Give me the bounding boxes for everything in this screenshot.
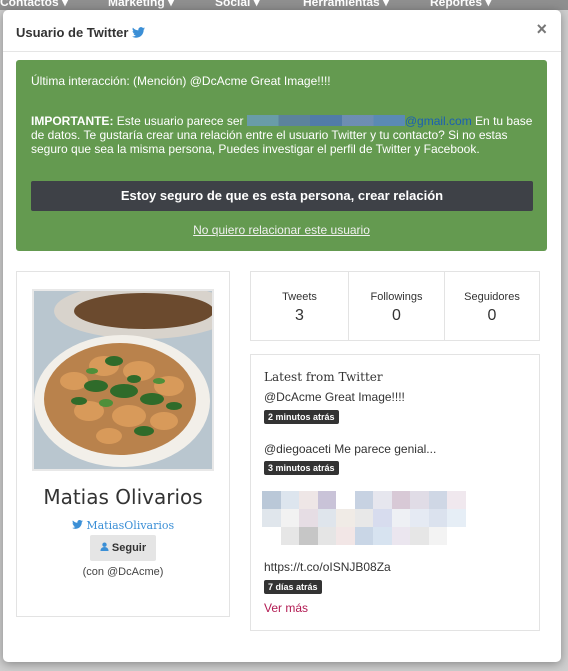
tweet-text: https://t.co/oISNJB08Za bbox=[264, 560, 391, 574]
important-label: IMPORTANTE: bbox=[31, 114, 114, 128]
nav-reportes[interactable]: Reportes ▾ bbox=[430, 0, 491, 9]
stat-followers-value: 0 bbox=[487, 307, 497, 324]
create-relation-button[interactable]: Estoy seguro de que es esta persona, cre… bbox=[31, 181, 533, 211]
stat-followings-value: 0 bbox=[392, 307, 401, 324]
profile-photo bbox=[32, 289, 214, 471]
tweet-time-badge: 2 minutos atrás bbox=[264, 410, 339, 424]
tweet-text: @diegoaceti Me parece genial... bbox=[264, 442, 437, 456]
twitter-handle-text: MatiasOlivarios bbox=[86, 519, 175, 532]
modal-title-text: Usuario de Twitter bbox=[16, 25, 129, 40]
last-interaction: Última interacción: (Mención) @DcAcme Gr… bbox=[31, 74, 331, 88]
twitter-user-modal: Usuario de Twitter × Última interacción:… bbox=[3, 10, 561, 662]
decline-relation-link[interactable]: No quiero relacionar este usuario bbox=[16, 223, 547, 237]
profile-card: Matias Olivarios MatiasOlivarios Seguir … bbox=[16, 271, 230, 617]
nav-marketing[interactable]: Marketing ▾ bbox=[108, 0, 174, 9]
stat-tweets: Tweets 3 bbox=[251, 272, 348, 340]
modal-header: Usuario de Twitter × bbox=[3, 10, 561, 52]
profile-name: Matias Olivarios bbox=[43, 485, 203, 509]
twitter-handle-link[interactable]: MatiasOlivarios bbox=[17, 519, 229, 532]
stat-followings-label: Followings bbox=[370, 291, 423, 303]
stat-followings: Followings 0 bbox=[348, 272, 444, 340]
email-link[interactable]: @gmail.com bbox=[405, 114, 472, 128]
nav-herramientas[interactable]: Herramientas ▾ bbox=[303, 0, 389, 9]
nav-social[interactable]: Social ▾ bbox=[215, 0, 260, 9]
important-text-before: Este usuario parece ser bbox=[113, 114, 247, 128]
stats-panel: Tweets 3 Followings 0 Seguidores 0 bbox=[250, 271, 540, 341]
twitter-bird-icon bbox=[132, 26, 146, 41]
relation-alert: Última interacción: (Mención) @DcAcme Gr… bbox=[16, 60, 547, 251]
follow-button[interactable]: Seguir bbox=[90, 535, 156, 561]
stat-followers: Seguidores 0 bbox=[444, 272, 539, 340]
tweet-time-badge: 7 días atrás bbox=[264, 580, 322, 594]
via-account: (con @DcAcme) bbox=[82, 566, 164, 578]
redacted-email-prefix bbox=[246, 115, 405, 126]
important-message: IMPORTANTE: Este usuario parece ser @gma… bbox=[31, 114, 536, 156]
latest-tweets-panel: Latest from Twitter @DcAcme Great Image!… bbox=[250, 354, 540, 631]
stat-followers-label: Seguidores bbox=[464, 291, 520, 303]
stat-tweets-label: Tweets bbox=[282, 291, 317, 303]
tweet-image-redacted bbox=[262, 491, 484, 545]
top-nav: Contactos ▾ Marketing ▾ Social ▾ Herrami… bbox=[0, 0, 568, 10]
twitter-bird-icon bbox=[71, 519, 87, 532]
tweet-text: @DcAcme Great Image!!!! bbox=[264, 390, 405, 404]
follow-button-label: Seguir bbox=[111, 542, 147, 554]
see-more-link[interactable]: Ver más bbox=[264, 601, 308, 615]
stat-tweets-value: 3 bbox=[295, 307, 304, 324]
tweet-time-badge: 3 minutos atrás bbox=[264, 461, 339, 475]
latest-title: Latest from Twitter bbox=[264, 370, 383, 384]
modal-title: Usuario de Twitter bbox=[16, 25, 146, 41]
nav-contactos[interactable]: Contactos ▾ bbox=[0, 0, 68, 9]
user-icon bbox=[100, 542, 112, 554]
close-button[interactable]: × bbox=[536, 19, 547, 40]
